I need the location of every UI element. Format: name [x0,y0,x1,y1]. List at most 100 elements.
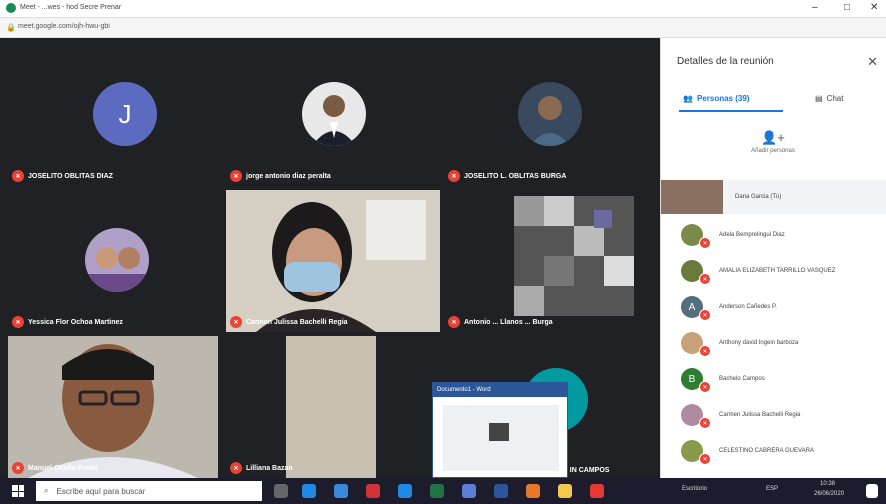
self-video-thumbnail [661,180,723,214]
avatar: ✕ [681,332,711,357]
mic-off-icon: ✕ [230,170,242,182]
app-icon[interactable] [462,484,476,498]
avatar: A ✕ [681,296,711,321]
desktop-label[interactable]: Escritorio [682,486,707,492]
participant-tile[interactable]: ✕ jorge antonio diaz peralta [226,44,440,186]
meet-favicon-icon [6,3,16,13]
list-item[interactable]: A ✕ Anderson Cañedes P. [661,290,886,324]
person-photo-icon [85,247,149,292]
mic-off-icon: ✕ [699,417,711,429]
search-icon: ⌕ [44,486,49,495]
avatar: J [93,82,157,146]
mic-off-icon: ✕ [699,237,711,249]
avatar: ✕ [681,224,711,249]
tab-chat[interactable]: ▤ Chat [815,94,843,103]
language-indicator[interactable]: ESP [766,486,778,492]
video-feed [226,190,440,332]
app-icon[interactable] [398,484,412,498]
url-text[interactable]: meet.google.com/ojh-hwu-gbi [18,23,110,30]
mic-off-icon: ✕ [699,381,711,393]
add-person-icon: 👤+ [761,130,785,145]
minimize-button[interactable]: – [812,2,818,13]
participant-tile[interactable]: J ✕ JOSELITO OBLITAS DIAZ [8,44,218,186]
active-tab-indicator [679,110,783,112]
avatar: ✕ [681,404,711,429]
app-icon[interactable] [590,484,604,498]
taskbar-search-input[interactable]: ⌕ Escribe aquí para buscar [36,481,262,501]
mic-off-icon: ✕ [230,316,242,328]
person-photo-icon [530,96,570,146]
video-feed [286,336,376,478]
list-item[interactable]: ✕ AMALIA ELIZABETH TARRILLO VASQUEZ [661,254,886,288]
person-photo-icon [312,95,356,146]
word-icon[interactable] [494,484,508,498]
mic-off-icon: ✕ [448,170,460,182]
mic-off-icon: ✕ [699,273,711,285]
notifications-icon[interactable] [866,484,878,498]
clock-date[interactable]: 26/06/2020 [814,491,844,497]
windows-taskbar: ⌕ Escribe aquí para buscar Escritorio ESP… [0,478,886,504]
clock-time[interactable]: 10:38 [820,481,835,487]
mic-off-icon: ✕ [699,345,711,357]
panel-title: Detalles de la reunión [677,56,774,67]
task-view-icon[interactable] [274,484,288,498]
avatar [302,82,366,146]
browser-title-bar: Meet - ...wes - hod Secre Prenar – □ ✕ [0,0,886,18]
chat-icon: ▤ [815,94,823,103]
participant-name: ✕ Antonio ... Llanos ... Burga [448,316,553,328]
close-icon[interactable]: ✕ [867,54,878,70]
participant-tile[interactable]: ✕ Antonio ... Llanos ... Burga [444,190,652,332]
participant-name: ... IN CAMPOS [562,467,610,474]
avatar: ✕ [681,440,711,465]
edge-icon[interactable] [302,484,316,498]
address-bar[interactable]: 🔒 meet.google.com/ojh-hwu-gbi [0,18,886,38]
lock-icon: 🔒 [6,23,16,32]
app-icon[interactable] [366,484,380,498]
participant-tile[interactable]: ✕ Manuel Ocaño Pretel [8,336,218,478]
avatar [85,228,149,292]
avatar: B ✕ [681,368,711,393]
pixelated-video-feed [514,196,634,316]
word-window-title: Documento1 - Word [433,383,567,397]
participant-name: ✕ jorge antonio diaz peralta [230,170,331,182]
mic-off-icon: ✕ [12,316,24,328]
mic-off-icon: ✕ [12,170,24,182]
close-window-button[interactable]: ✕ [870,2,878,13]
mic-off-icon: ✕ [699,309,711,321]
tab-people[interactable]: 👥 Personas (39) [683,94,749,103]
participant-name: ✕ Lilliana Bazan [230,462,293,474]
list-item[interactable]: B ✕ Bachelo Campos [661,362,886,396]
maximize-button[interactable]: □ [844,2,850,13]
meeting-details-panel: Detalles de la reunión ✕ 👥 Personas (39) … [660,38,886,478]
list-item[interactable]: ✕ Adela Bemprelingui Diaz [661,218,886,252]
participant-tile[interactable]: ✕ Lilliana Bazan [226,336,380,478]
windows-start-icon[interactable] [12,485,24,497]
list-item[interactable]: ✕ CELESTINO CABRERA GUEVARA [661,434,886,468]
window-title: Meet - ...wes - hod Secre Prenar [20,4,122,11]
participant-name: ✕ JOSELITO OBLITAS DIAZ [12,170,113,182]
word-window-thumbnail[interactable]: Documento1 - Word [432,382,568,478]
list-item[interactable]: ✕ Anthony david Ingein barboza [661,326,886,360]
avatar: ✕ [681,260,711,285]
chrome-icon[interactable] [558,484,572,498]
mic-off-icon: ✕ [448,316,460,328]
app-icon[interactable] [526,484,540,498]
participant-name: ✕ Yessica Flor Ochoa Martinez [12,316,123,328]
participant-name: ✕ Carmen Julissa Bachelli Regia [230,316,348,328]
meet-video-grid: J ✕ JOSELITO OBLITAS DIAZ ✕ jorge antonio … [0,38,660,478]
list-item[interactable]: ✕ Carmen Julissa Bachelli Regia [661,398,886,432]
mic-off-icon: ✕ [230,462,242,474]
participant-tile[interactable]: ✕ JOSELITO L. OBLITAS BURGA [444,44,652,186]
excel-icon[interactable] [430,484,444,498]
mic-off-icon: ✕ [12,462,24,474]
document-preview [489,423,509,441]
mic-off-icon: ✕ [699,453,711,465]
avatar [518,82,582,146]
participant-tile[interactable]: ✕ Carmen Julissa Bachelli Regia [226,190,440,332]
add-people-button[interactable]: 👤+ Añadir personas [745,130,801,154]
participant-tile[interactable]: ✕ Yessica Flor Ochoa Martinez [8,190,218,332]
participant-name: ✕ JOSELITO L. OBLITAS BURGA [448,170,566,182]
store-icon[interactable] [334,484,348,498]
list-item[interactable]: Dana Garcia (Tú) [661,180,886,214]
people-icon: 👥 [683,94,693,103]
